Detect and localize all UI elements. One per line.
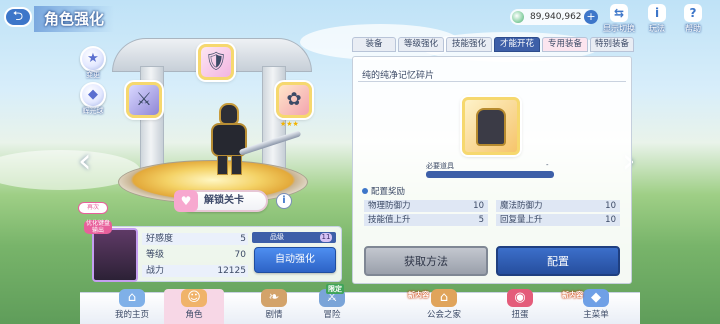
nav-story-label: 剧情 (265, 310, 283, 320)
bonus-value: 5 (478, 215, 484, 225)
tab-special-equipment[interactable]: 特别装备 (590, 37, 634, 52)
help-button[interactable]: ? 帮助 (676, 4, 710, 34)
tab-equipment[interactable]: 装备 (352, 37, 396, 52)
nav-character[interactable]: ☺ 角色 (164, 289, 224, 324)
character-sprite (205, 103, 253, 175)
heart-icon: ♥ (174, 190, 198, 212)
bonus-value: 10 (605, 215, 616, 225)
equipment-slot-right[interactable]: ✿ (276, 82, 312, 118)
required-item-bar (426, 171, 554, 178)
guild-house-icon: ⌂ (431, 289, 457, 307)
nav-character-label: 角色 (185, 310, 203, 320)
required-item-value: - (546, 161, 549, 169)
shine-orb-button[interactable]: ◆ (80, 82, 106, 108)
level-label: 等级 (146, 250, 165, 260)
item-name: 纯的纯净记忆碎片 (362, 71, 435, 81)
bonus-section-title: 配置奖励 (362, 185, 405, 197)
bonus-value: 10 (473, 201, 484, 211)
home-icon: ⌂ (119, 289, 145, 307)
nav-adventure[interactable]: ⚔ 冒险 (302, 289, 362, 324)
shine-orb-label: 辉光球 (82, 107, 104, 115)
bonus-row: 物理防御力 10 (364, 200, 488, 212)
back-arrow-icon[interactable]: ⮌ (4, 7, 32, 27)
help-label: 帮助 (685, 24, 701, 33)
nav-adventure-label: 冒险 (323, 310, 341, 320)
story-icon: ❧ (261, 289, 287, 307)
previous-arrow-icon[interactable]: ‹ (78, 144, 92, 178)
new-content-tag: 新内容 (408, 291, 429, 299)
portrait-badge: 再次 (78, 202, 108, 214)
bonus-row: 技能值上升 5 (364, 214, 488, 226)
power-label: 战力 (146, 266, 165, 276)
info-icon: i (648, 4, 666, 22)
bonus-value: 10 (605, 201, 616, 211)
level-row: 等级 70 (142, 249, 248, 261)
power-value: 12125 (217, 266, 246, 276)
equipment-slot-left[interactable]: ⚔ (126, 82, 162, 118)
memory-shard-icon[interactable] (462, 97, 520, 155)
main-menu-icon: ◆ (583, 289, 609, 307)
rank-bar: 品级 11 (252, 232, 336, 243)
equip-stars: ★★★ (280, 120, 299, 128)
nav-gacha-label: 扭蛋 (511, 310, 529, 320)
bonus-row: 魔法防御力 10 (496, 200, 620, 212)
gameplay-button[interactable]: i 玩法 (640, 4, 674, 34)
nav-story[interactable]: ❧ 剧情 (244, 289, 304, 324)
bullet-icon (362, 188, 368, 194)
rank-value: 11 (320, 233, 332, 242)
tab-skill-up[interactable]: 技能强化 (446, 37, 492, 52)
divider (358, 81, 626, 82)
nav-gacha[interactable]: ◉ 扭蛋 (490, 289, 550, 324)
character-icon: ☺ (181, 289, 207, 307)
character-portrait[interactable] (92, 228, 138, 282)
power-row: 战力 12125 (142, 265, 248, 277)
tab-unique-equipment[interactable]: 专用装备 (542, 37, 588, 52)
bonus-label: 回复量上升 (500, 215, 543, 225)
nav-home-label: 我的主页 (114, 310, 149, 320)
add-currency-button[interactable]: + (584, 10, 598, 24)
bonus-label: 技能值上升 (368, 215, 411, 225)
bonus-label: 物理防御力 (368, 201, 411, 211)
limited-tag: 限定 (326, 284, 344, 294)
change-label: 变更 (86, 71, 100, 79)
display-switch-label: 显示切换 (603, 24, 635, 33)
required-item-label: 必要道具 (426, 162, 454, 170)
rank-label: 品级 (270, 233, 284, 241)
gameplay-label: 玩法 (649, 24, 665, 33)
bonus-label: 魔法防御力 (500, 201, 543, 211)
level-value: 70 (234, 250, 246, 260)
tab-talent-bloom[interactable]: 才能开花 (494, 37, 540, 52)
display-switch-icon: ⇆ (610, 4, 628, 22)
nav-home[interactable]: ⌂ 我的主页 (102, 289, 162, 324)
auto-enhance-button[interactable]: 自动强化 (254, 247, 336, 273)
affection-value: 5 (240, 234, 246, 244)
unlock-stage-label: 解锁关卡 (204, 195, 244, 206)
info-icon[interactable]: i (276, 193, 292, 209)
portrait-chip: 优化键盘输出 (84, 220, 112, 234)
bonus-section-label: 配置奖励 (371, 187, 406, 197)
unlock-stage-button[interactable]: ♥ 解锁关卡 (174, 190, 268, 212)
how-to-obtain-button[interactable]: 获取方法 (364, 246, 488, 276)
jewel-icon (512, 11, 524, 23)
change-button[interactable]: ★ (80, 46, 106, 72)
new-content-tag: 新内容 (562, 291, 583, 299)
tab-level-up[interactable]: 等级强化 (398, 37, 444, 52)
affection-label: 好感度 (146, 234, 174, 244)
page-title: 角色强化 (34, 6, 115, 32)
equip-button[interactable]: 配置 (496, 246, 620, 276)
affection-row: 好感度 5 (142, 233, 248, 245)
help-icon: ? (684, 4, 702, 22)
nav-main-menu-label: 主菜单 (583, 310, 609, 320)
display-switch-button[interactable]: ⇆ 显示切换 (602, 4, 636, 34)
nav-guild-house-label: 公会之家 (426, 310, 461, 320)
equipment-slot-top[interactable]: 🛡 (198, 44, 234, 80)
gacha-icon: ◉ (507, 289, 533, 307)
bonus-row: 回复量上升 10 (496, 214, 620, 226)
